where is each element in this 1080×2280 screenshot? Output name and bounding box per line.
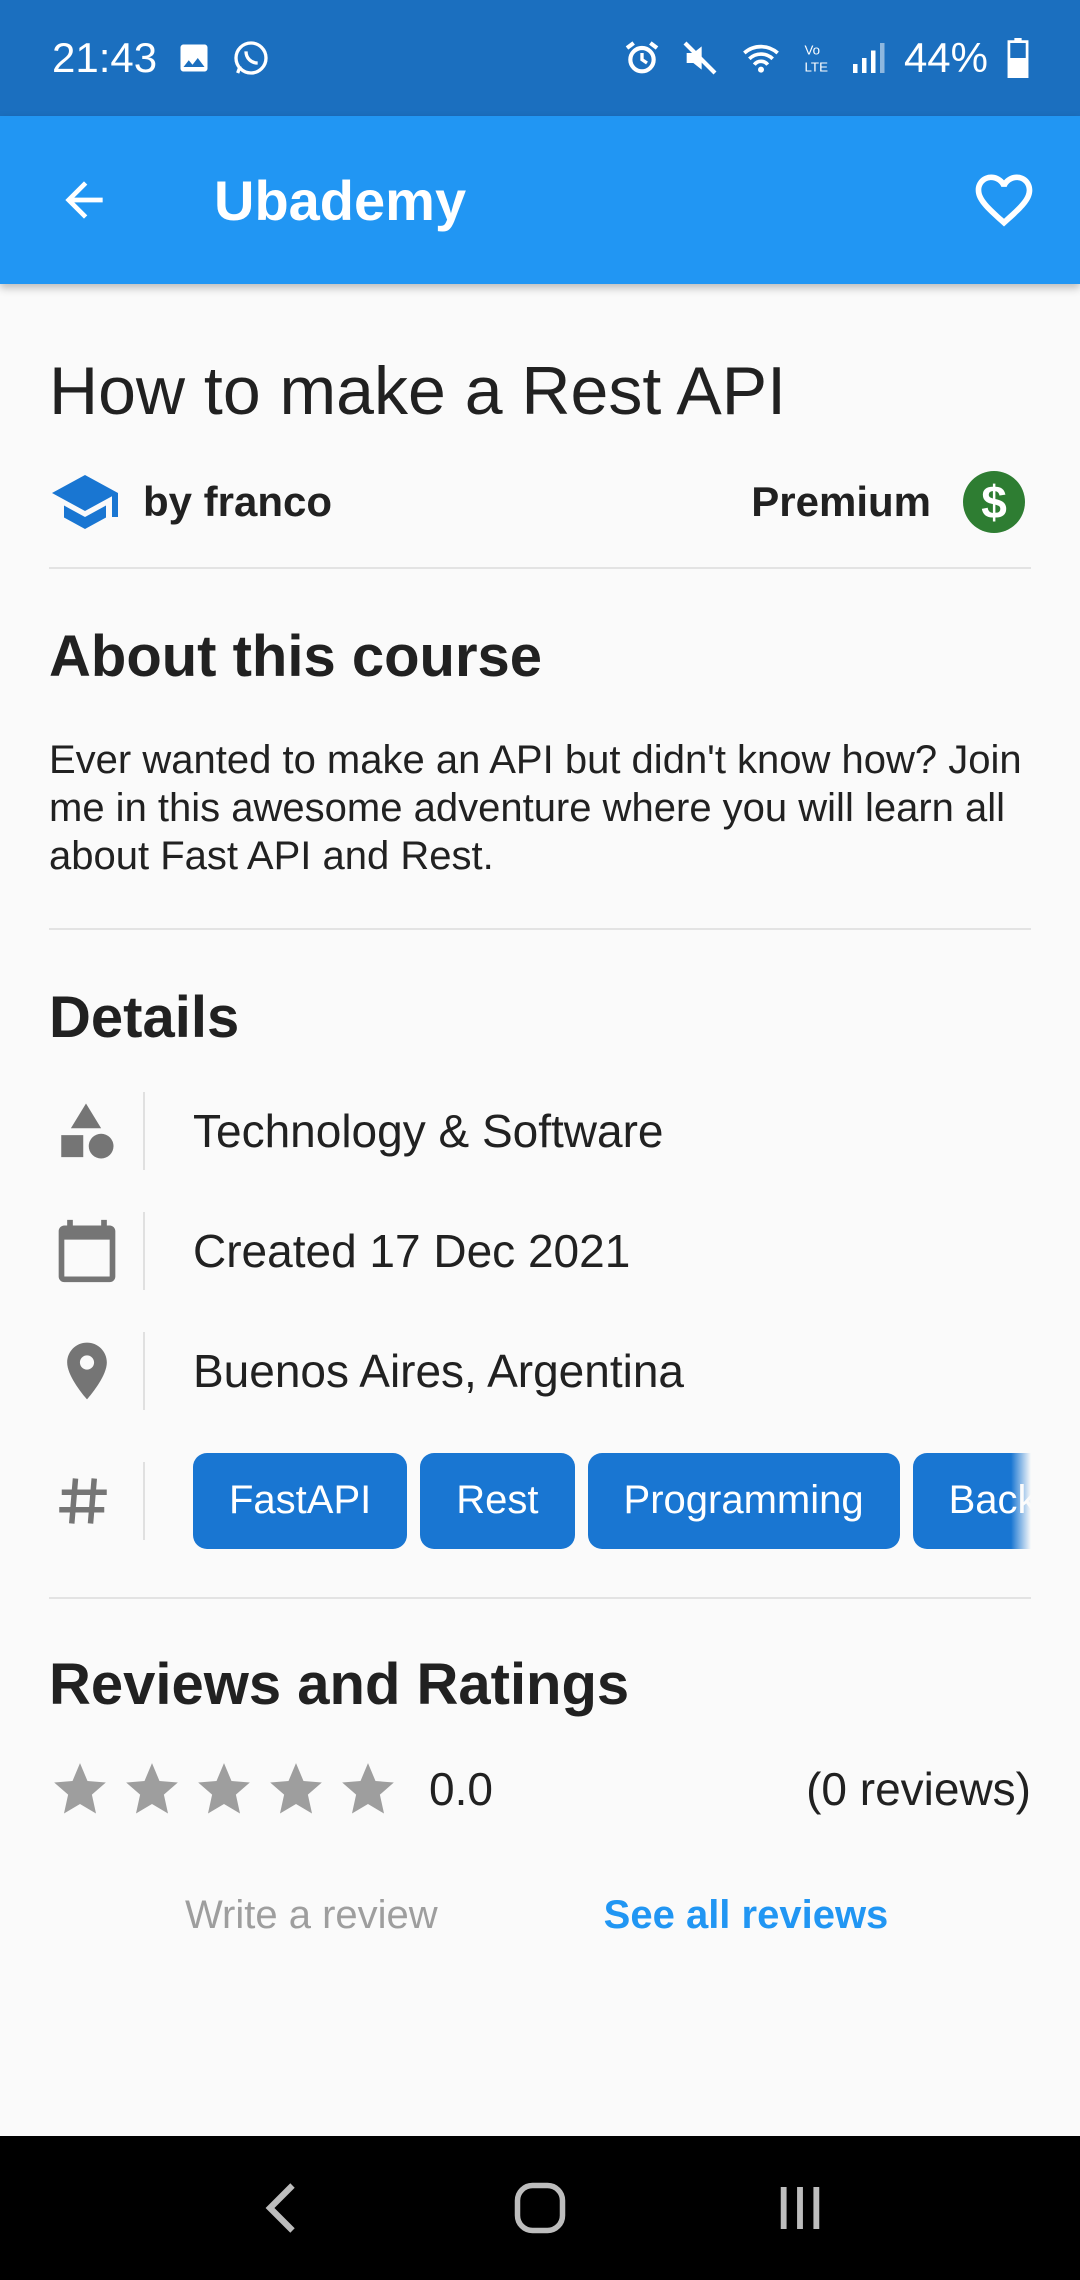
detail-category: Technology & Software <box>49 1081 1031 1181</box>
separator <box>143 1091 145 1170</box>
status-bar: 21:43 Vo LTE 44% <box>0 0 1080 116</box>
nav-home-button[interactable] <box>490 2158 590 2258</box>
star-rating <box>49 1758 399 1820</box>
reviews-heading: Reviews and Ratings <box>49 1651 630 1717</box>
details-heading: Details <box>49 984 240 1050</box>
course-detail: How to make a Rest API by franco Premium… <box>49 284 1031 1946</box>
about-description: Ever wanted to make an API but didn't kn… <box>49 737 1022 878</box>
separator <box>143 1461 145 1540</box>
signal-icon <box>852 43 885 73</box>
detail-location: Buenos Aires, Argentina <box>49 1321 1031 1421</box>
detail-tags: FastAPI Rest Programming Backend <box>49 1451 1031 1551</box>
nav-home-icon <box>514 2182 566 2234</box>
battery-percent: 44% <box>903 34 988 81</box>
calendar-icon <box>58 1219 116 1282</box>
about-heading: About this course <box>49 623 543 689</box>
rating-row: 0.0 (0 reviews) <box>49 1754 1031 1824</box>
volte-icon: VoLTE <box>804 43 828 75</box>
divider <box>49 927 1031 930</box>
wifi-icon <box>743 44 779 73</box>
tag-chip[interactable]: FastAPI <box>193 1452 408 1549</box>
see-all-reviews-button[interactable]: See all reviews <box>604 1893 889 1938</box>
category-text: Technology & Software <box>193 1104 664 1157</box>
location-pin-icon <box>67 1342 107 1400</box>
nav-recents-button[interactable] <box>750 2158 850 2258</box>
separator <box>143 1211 145 1290</box>
heart-outline-icon <box>975 174 1033 227</box>
author-name: by franco <box>143 477 333 525</box>
system-nav-bar <box>0 2136 1080 2280</box>
detail-created: Created 17 Dec 2021 <box>49 1201 1031 1301</box>
app-bar: Ubademy <box>0 116 1080 284</box>
dollar-icon: $ <box>963 470 1025 533</box>
star-icon <box>54 1762 106 1814</box>
created-date-text: Created 17 Dec 2021 <box>193 1224 631 1277</box>
graduation-cap-icon <box>52 474 118 529</box>
star-icon <box>198 1762 250 1814</box>
app-title: Ubademy <box>214 168 467 232</box>
battery-icon <box>1007 38 1029 78</box>
star-icon <box>270 1762 322 1814</box>
mute-icon <box>683 41 717 75</box>
favorite-button[interactable] <box>964 160 1044 240</box>
location-text: Buenos Aires, Argentina <box>193 1344 684 1397</box>
divider <box>49 566 1031 569</box>
nav-back-button[interactable] <box>230 2158 330 2258</box>
tag-chip[interactable]: Backend <box>912 1452 1031 1549</box>
divider <box>49 1596 1031 1599</box>
status-time: 21:43 <box>52 34 158 81</box>
review-count: (0 reviews) <box>806 1762 1031 1815</box>
tag-chip[interactable]: Rest <box>420 1452 575 1549</box>
nav-recents-icon <box>780 2187 820 2229</box>
star-icon <box>126 1762 178 1814</box>
whatsapp-icon <box>234 41 268 75</box>
svg-text:LTE: LTE <box>804 59 828 74</box>
author-row: by franco Premium $ <box>49 467 1031 537</box>
separator <box>143 1331 145 1410</box>
tag-list[interactable]: FastAPI Rest Programming Backend <box>193 1452 1031 1549</box>
image-icon <box>180 44 208 72</box>
review-actions: Write a review See all reviews <box>49 1886 1031 1946</box>
write-review-button[interactable]: Write a review <box>185 1893 438 1938</box>
arrow-back-icon <box>65 181 103 219</box>
alarm-icon <box>625 41 659 74</box>
svg-text:Vo: Vo <box>804 43 820 58</box>
rating-value: 0.0 <box>429 1762 493 1815</box>
hashtag-icon <box>59 1478 107 1524</box>
star-icon <box>342 1762 394 1814</box>
back-button[interactable] <box>46 162 122 238</box>
premium-label: Premium <box>751 477 931 525</box>
nav-back-icon <box>265 2183 295 2233</box>
category-icon <box>61 1103 114 1159</box>
course-title: How to make a Rest API <box>49 353 786 429</box>
tag-chip[interactable]: Programming <box>587 1452 900 1549</box>
